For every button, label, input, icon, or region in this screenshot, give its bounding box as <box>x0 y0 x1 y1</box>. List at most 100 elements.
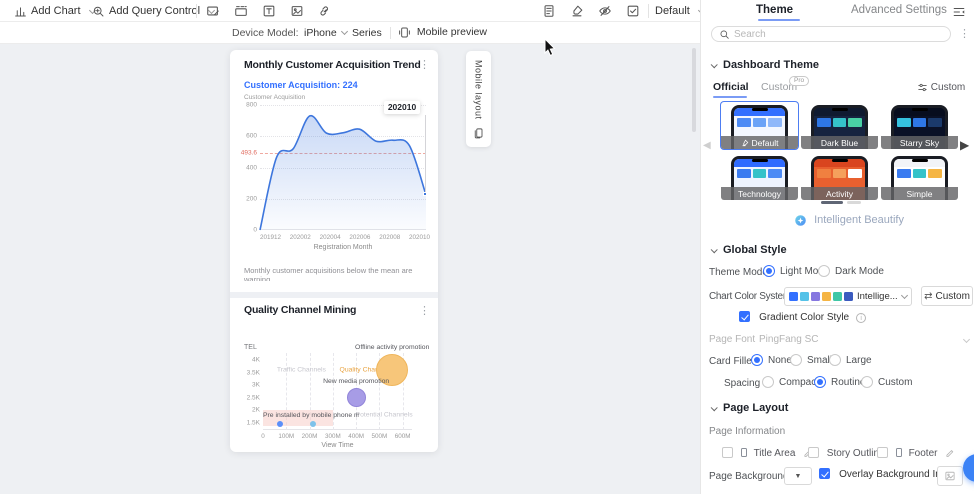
chevron-down-icon <box>710 403 718 411</box>
bubble-pre-installed-by-mobile-phone-manufacturers[interactable] <box>277 420 284 427</box>
gradient-style-checkbox[interactable]: Gradient Color Style i <box>739 311 867 323</box>
theme-tile <box>768 169 783 178</box>
theme-tiles <box>814 167 865 178</box>
card-fillet-label: Card Fillet <box>709 356 755 367</box>
mouse-cursor <box>544 38 556 57</box>
mobile-layout-tab[interactable]: Mobile layout <box>466 51 491 147</box>
gradient-style-label: Gradient Color Style <box>759 312 850 323</box>
search-box[interactable] <box>711 26 951 42</box>
x-tick-label: 100M <box>278 433 295 440</box>
theme-mode-dark-mode[interactable]: Dark Mode <box>818 265 884 277</box>
tab-advanced-settings[interactable]: Advanced Settings <box>851 4 947 16</box>
chart-color-value: Intellige... <box>857 291 898 302</box>
series-button[interactable]: Series <box>352 27 382 39</box>
export-button[interactable] <box>540 3 558 19</box>
spacing-compact[interactable]: Compact <box>762 376 819 388</box>
footer-checkbox[interactable]: Footer <box>877 447 955 459</box>
carousel-next-icon[interactable]: ▶ <box>960 138 969 152</box>
theme-thumb-activity[interactable]: Activity <box>801 153 878 200</box>
quadrant-label-traffic-channels: Traffic Channels <box>276 366 326 374</box>
dashboard-theme-title: Dashboard Theme <box>723 59 819 71</box>
page-font-value: PingFang SC <box>759 334 819 345</box>
info-icon[interactable]: i <box>856 313 867 323</box>
device-bar: Device Model: iPhone Series Mobile previ… <box>0 22 700 44</box>
theme-thumb-default[interactable]: Default <box>721 102 798 149</box>
clean-icon <box>572 5 583 17</box>
chart2-menu-icon[interactable]: ⋮ <box>419 304 430 317</box>
image-widget-button[interactable] <box>288 3 306 19</box>
batch-select-button[interactable] <box>624 3 642 19</box>
tab-widget-button[interactable] <box>232 3 250 19</box>
section-global-style[interactable]: Global Style <box>710 244 787 256</box>
spacing-custom[interactable]: Custom <box>861 376 912 388</box>
radio-icon <box>829 354 841 366</box>
theme-thumb-technology[interactable]: Technology <box>721 153 798 200</box>
theme-thumb-dark-blue[interactable]: Dark Blue <box>801 102 878 149</box>
search-more-icon[interactable]: ⋮ <box>959 27 970 40</box>
mobile-preview-card[interactable]: Monthly Customer Acquisition Trend ⋮ Cus… <box>230 50 438 452</box>
pager-inactive[interactable] <box>847 201 861 204</box>
x-tick-label: 300M <box>324 433 341 440</box>
bubble-chart-plot[interactable]: 0 100M 200M 300M 400M 500M 600M 4K 3.5K 3K 2.5K 2K 1… <box>247 344 430 440</box>
spacing-routine[interactable]: Routine <box>814 376 865 388</box>
tooltip-guide-line <box>425 115 426 193</box>
collapse-panel-button[interactable] <box>952 5 966 19</box>
intelligent-beautify-button[interactable]: Intelligent Beautify <box>794 214 904 227</box>
export-icon <box>544 5 554 17</box>
tab-official[interactable]: Official <box>713 81 749 93</box>
footer-label: Footer <box>908 448 938 459</box>
hide-button[interactable] <box>596 3 614 19</box>
phone-notch <box>751 108 768 111</box>
carousel-prev-icon[interactable]: ◀ <box>703 140 711 151</box>
help-floating-button[interactable] <box>963 454 974 482</box>
card-fillet-large[interactable]: Large <box>829 354 872 366</box>
card-fillet-small[interactable]: Small <box>790 354 832 366</box>
device-model-select[interactable]: iPhone <box>304 27 348 39</box>
tab-theme[interactable]: Theme <box>756 4 793 16</box>
toolbar: Add Chart Add Query Control Default <box>0 0 705 22</box>
search-input[interactable] <box>734 28 914 40</box>
quadrant-label-potential-channels: Potential Channels <box>355 411 413 419</box>
card-fillet-none[interactable]: None <box>751 354 792 366</box>
edit-icon[interactable] <box>945 448 955 458</box>
mobile-preview-button[interactable]: Mobile preview <box>398 26 487 39</box>
x-tick-label: 600M <box>394 433 411 440</box>
bubble-label: Offline activity promotion <box>355 344 430 352</box>
story-outline-checkbox[interactable]: Story Outline <box>808 447 885 459</box>
y-tick-label: 2K <box>252 406 260 414</box>
canvas-scrollbar[interactable] <box>692 48 696 132</box>
theme-tile <box>737 169 751 178</box>
add-chart-button[interactable]: Add Chart <box>14 0 96 22</box>
tooltip-data-point <box>423 192 427 196</box>
line-chart-plot[interactable]: 0 200 400 600 800 493.6 202010 <box>241 101 427 234</box>
customize-theme-button[interactable]: Custom <box>917 82 965 93</box>
theme-name-band: Dark Blue <box>801 136 878 149</box>
section-dashboard-theme[interactable]: Dashboard Theme <box>710 59 819 71</box>
mobile-preview-label: Mobile preview <box>416 26 487 39</box>
section-page-layout[interactable]: Page Layout <box>710 402 788 414</box>
chevron-down-icon <box>900 291 908 300</box>
view-mode-dropdown[interactable]: Default <box>655 0 705 22</box>
theme-thumb-simple[interactable]: Simple <box>881 153 958 200</box>
clean-button[interactable] <box>568 3 586 19</box>
chart-color-select[interactable]: Intellige... <box>784 287 912 306</box>
title-area-checkbox[interactable]: Title Area <box>722 447 813 459</box>
container-widget-button[interactable] <box>204 3 222 19</box>
radio-icon <box>861 376 873 388</box>
mobile-layout-icon <box>474 127 482 138</box>
phone-notch <box>911 159 928 162</box>
theme-name-label: Starry Sky <box>899 137 940 148</box>
background-image-button[interactable] <box>937 466 963 486</box>
bubble-new-media-promotion[interactable] <box>346 388 366 408</box>
chart1-metric[interactable]: Customer Acquisition: 224 <box>244 80 358 90</box>
bubble-point[interactable] <box>310 420 317 427</box>
x-tick-label: 202002 <box>289 234 311 241</box>
tooltip-label: 202010 <box>384 101 420 114</box>
page-background-color-select[interactable]: ▼ <box>784 467 812 485</box>
pager-active[interactable] <box>821 201 843 204</box>
link-widget-button[interactable] <box>316 3 334 19</box>
text-widget-button[interactable] <box>260 3 278 19</box>
custom-color-button[interactable]: ⇄ Custom <box>921 286 973 306</box>
chart1-menu-icon[interactable]: ⋮ <box>419 58 430 71</box>
theme-thumb-starry-sky[interactable]: Starry Sky <box>881 102 958 149</box>
